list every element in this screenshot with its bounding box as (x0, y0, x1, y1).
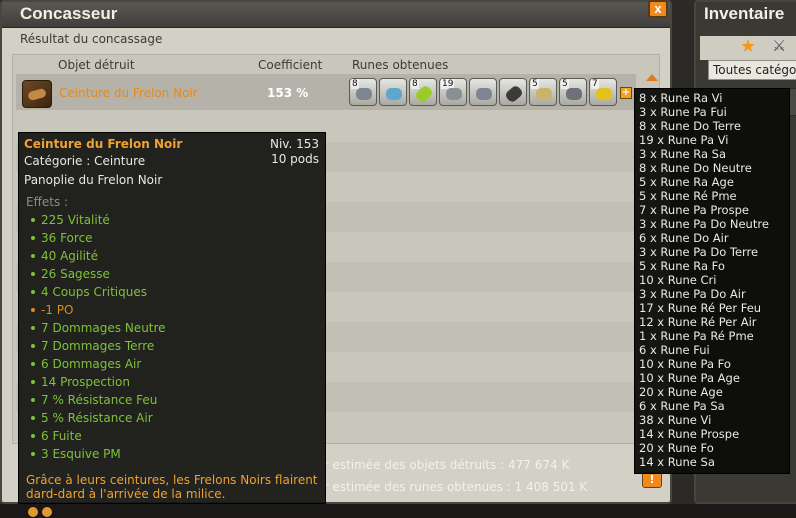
rune-icon (446, 88, 462, 100)
rune-slot[interactable]: 5 (529, 78, 557, 106)
rune-line: 38 x Rune Vi (639, 413, 712, 427)
rune-line: 1 x Rune Pa Ré Pme (639, 329, 754, 343)
rune-icon (596, 88, 612, 100)
rune-line: 14 x Rune Prospe (639, 427, 740, 441)
rune-line: 10 x Rune Pa Age (639, 371, 740, 385)
effect-line: 7 Dommages Neutre (29, 321, 166, 339)
rune-line: 20 x Rune Fo (639, 441, 714, 455)
rune-line: 10 x Rune Pa Fo (639, 357, 731, 371)
rune-line: 5 x Rune Ra Age (639, 175, 734, 189)
rune-icon (566, 88, 582, 100)
rune-slot[interactable]: 8 (349, 78, 377, 106)
column-header-runes[interactable]: Runes obtenues (352, 58, 448, 72)
belt-icon (22, 80, 52, 108)
rune-line: 6 x Rune Pa Sa (639, 399, 725, 413)
status-icon[interactable] (28, 507, 38, 517)
coefficient-value: 153 % (267, 86, 309, 100)
column-header-object[interactable]: Objet détruit (58, 58, 135, 72)
rune-line: 3 x Rune Ra Sa (639, 147, 727, 161)
tooltip-description: Grâce à leurs ceintures, les Frelons Noi… (26, 473, 318, 501)
rune-line: 3 x Rune Pa Do Neutre (639, 217, 769, 231)
rune-slot[interactable]: 7 (589, 78, 617, 106)
runes-tooltip: 8 x Rune Ra Vi 3 x Rune Pa Fui 8 x Rune … (634, 88, 790, 474)
tooltip-item-pods: 10 pods (271, 152, 319, 166)
rune-count: 5 (531, 79, 539, 89)
result-subtitle: Résultat du concassage (20, 32, 163, 46)
rune-slot[interactable]: 5 (559, 78, 587, 106)
column-header-coefficient[interactable]: Coefficient (258, 58, 322, 72)
effect-line: 3 Esquive PM (29, 447, 166, 465)
rune-line: 19 x Rune Pa Vi (639, 133, 729, 147)
tooltip-item-name: Ceinture du Frelon Noir (24, 137, 183, 151)
destroyed-item-name[interactable]: Ceinture du Frelon Noir (59, 86, 198, 100)
effect-line: 14 Prospection (29, 375, 166, 393)
rune-count: 8 (411, 79, 419, 89)
effect-line: 7 Dommages Terre (29, 339, 166, 357)
runes-list: 8 x Rune Ra Vi 3 x Rune Pa Fui 8 x Rune … (639, 91, 769, 469)
rune-line: 10 x Rune Cri (639, 273, 717, 287)
effect-line: 225 Vitalité (29, 213, 166, 231)
effect-line: 36 Force (29, 231, 166, 249)
effect-line: 6 Dommages Air (29, 357, 166, 375)
tooltip-item-set: Panoplie du Frelon Noir (24, 173, 163, 187)
inventory-title: Inventaire (704, 4, 785, 23)
warning-button[interactable]: ! (642, 472, 662, 488)
sword-icon[interactable]: ⚔ (772, 36, 786, 55)
rune-count: 7 (591, 79, 599, 89)
effect-line-negative: -1 PO (29, 303, 166, 321)
rune-line: 8 x Rune Ra Vi (639, 91, 723, 105)
scroll-up-arrow-icon[interactable] (646, 74, 658, 81)
effect-line: 4 Coups Critiques (29, 285, 166, 303)
rune-line: 3 x Rune Pa Fui (639, 105, 727, 119)
rune-count: 8 (351, 79, 359, 89)
rune-count: 5 (561, 79, 569, 89)
concasseur-titlebar[interactable]: Concasseur (2, 2, 670, 28)
rune-line: 12 x Rune Ré Per Air (639, 315, 757, 329)
item-tooltip: Ceinture du Frelon Noir Niv. 153 10 pods… (18, 132, 326, 504)
rune-slot[interactable] (499, 78, 527, 106)
tooltip-effects-label: Effets : (26, 195, 69, 209)
rune-slot[interactable] (379, 78, 407, 106)
more-runes-button[interactable]: + (620, 87, 632, 99)
rune-line: 5 x Rune Ra Fo (639, 259, 725, 273)
rune-icon (386, 88, 402, 100)
effect-line: 5 % Résistance Air (29, 411, 166, 429)
rune-icon (476, 88, 492, 100)
star-icon[interactable]: ★ (740, 36, 756, 57)
rune-line: 17 x Rune Ré Per Feu (639, 301, 762, 315)
window-title: Concasseur (20, 4, 118, 23)
rune-line: 6 x Rune Do Air (639, 231, 729, 245)
rune-slot[interactable]: 19 (439, 78, 467, 106)
rune-slot[interactable]: 8 (409, 78, 437, 106)
tooltip-effects-list: 225 Vitalité 36 Force 40 Agilité 26 Sage… (29, 213, 166, 465)
category-select[interactable]: Toutes catégo (708, 60, 796, 80)
rune-line: 5 x Rune Ré Pme (639, 189, 737, 203)
rune-slot[interactable] (469, 78, 497, 106)
tooltip-item-level: Niv. 153 (269, 137, 319, 151)
rune-icon (536, 88, 552, 100)
rune-line: 8 x Rune Do Neutre (639, 161, 752, 175)
effect-line: 26 Sagesse (29, 267, 166, 285)
bottom-bar (0, 504, 796, 518)
rune-icon (356, 88, 372, 100)
status-icon[interactable] (42, 507, 52, 517)
rune-line: 7 x Rune Pa Prospe (639, 203, 749, 217)
rune-line: 8 x Rune Do Terre (639, 119, 741, 133)
rune-icon (504, 84, 524, 104)
rune-line: 20 x Rune Age (639, 385, 723, 399)
rune-line: 3 x Rune Pa Do Air (639, 287, 746, 301)
close-button[interactable]: x (648, 0, 668, 18)
runes-estimated-value: ur estimée des runes obtenues : 1 408 50… (316, 480, 588, 494)
effect-line: 40 Agilité (29, 249, 166, 267)
rune-line: 6 x Rune Fui (639, 343, 710, 357)
objects-estimated-value: ur estimée des objets détruits : 477 674… (316, 458, 570, 472)
rune-line: 14 x Rune Sa (639, 455, 715, 469)
effect-line: 6 Fuite (29, 429, 166, 447)
effect-line: 7 % Résistance Feu (29, 393, 166, 411)
rune-line: 3 x Rune Pa Do Terre (639, 245, 759, 259)
tooltip-item-category: Catégorie : Ceinture (24, 154, 146, 168)
